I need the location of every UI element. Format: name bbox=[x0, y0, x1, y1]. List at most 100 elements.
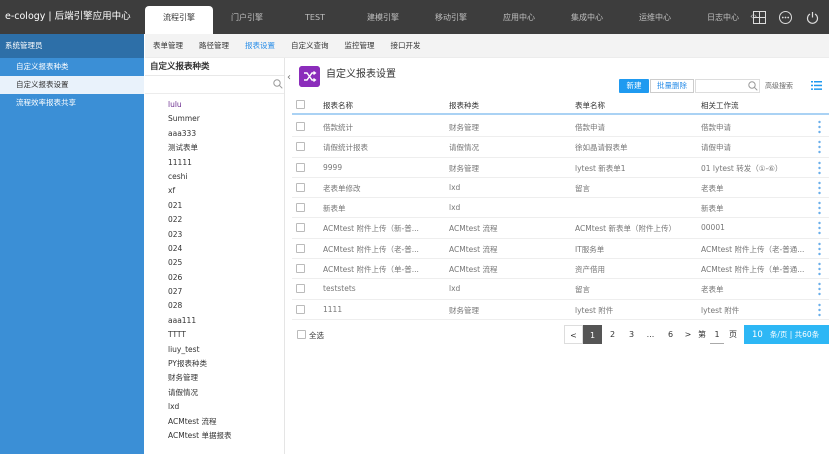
column-header-form-name[interactable]: 表单名称 bbox=[575, 100, 605, 111]
main-tab-app-center[interactable]: 应用中心 bbox=[485, 0, 553, 34]
table-row[interactable]: ACMtest 附件上传（单-普... ACMtest 流程 资产借用 ACMtest… bbox=[292, 259, 829, 280]
tree-item[interactable]: ACMtest 流程 bbox=[145, 415, 284, 429]
main-tab-modeling-engine[interactable]: 建模引擎 bbox=[349, 0, 417, 34]
row-menu-icon[interactable] bbox=[818, 181, 821, 195]
page-button-1[interactable]: 1 bbox=[583, 325, 602, 344]
collapse-panel-icon[interactable]: ‹ bbox=[287, 72, 291, 83]
row-checkbox[interactable] bbox=[296, 203, 305, 213]
tree-item[interactable]: TTTT bbox=[145, 328, 284, 342]
sidebar-item-report-settings[interactable]: 自定义报表设置 bbox=[0, 76, 144, 94]
table-row[interactable]: ACMtest 附件上传（老-普... ACMtest 流程 IT服务单 ACMtes… bbox=[292, 239, 829, 260]
search-icon[interactable] bbox=[273, 79, 283, 89]
sub-tab-monitor-management[interactable]: 监控管理 bbox=[337, 34, 383, 58]
sub-tab-form-management[interactable]: 表单管理 bbox=[145, 34, 191, 58]
shuffle-icon bbox=[299, 66, 320, 87]
page-size-selector[interactable]: 10 条/页 | 共60条 bbox=[744, 325, 829, 344]
cell-workflow: 请假申请 bbox=[701, 143, 731, 153]
table-row[interactable]: teststets lxd 留言 老表单 bbox=[292, 279, 829, 300]
tree-item[interactable]: lulu bbox=[145, 98, 284, 112]
row-checkbox[interactable] bbox=[296, 122, 305, 131]
main-tab-ops-center[interactable]: 运维中心 bbox=[621, 0, 689, 34]
power-icon[interactable] bbox=[806, 11, 819, 24]
row-menu-icon[interactable] bbox=[818, 262, 821, 276]
sub-tab-custom-query[interactable]: 自定义查询 bbox=[283, 34, 337, 58]
row-checkbox[interactable] bbox=[296, 142, 305, 152]
main-tab-portal-engine[interactable]: 门户引擎 bbox=[213, 0, 281, 34]
row-menu-icon[interactable] bbox=[818, 140, 821, 154]
row-checkbox[interactable] bbox=[296, 182, 305, 192]
row-checkbox[interactable] bbox=[296, 264, 305, 274]
row-menu-icon[interactable] bbox=[818, 120, 821, 134]
row-menu-icon[interactable] bbox=[818, 221, 821, 235]
sub-tab-report-settings[interactable]: 报表设置 bbox=[237, 34, 283, 58]
sub-tab-interface-dev[interactable]: 接口开发 bbox=[383, 34, 429, 58]
row-checkbox[interactable] bbox=[296, 243, 305, 253]
tree-item[interactable]: xf bbox=[145, 184, 284, 198]
sub-tab-path-management[interactable]: 路径管理 bbox=[191, 34, 237, 58]
new-button[interactable]: 新建 bbox=[619, 79, 649, 93]
main-tab-mobile-engine[interactable]: 移动引擎 bbox=[417, 0, 485, 34]
tree-item[interactable]: ceshi bbox=[145, 170, 284, 184]
tree-item[interactable]: aaa111 bbox=[145, 314, 284, 328]
tree-item[interactable]: 024 bbox=[145, 242, 284, 256]
main-tab-workflow-engine[interactable]: 流程引擎 bbox=[145, 6, 213, 34]
tree-item[interactable]: 财务管理 bbox=[145, 371, 284, 385]
main-tab-log-center[interactable]: 日志中心 bbox=[689, 0, 757, 34]
tree-item[interactable]: 022 bbox=[145, 213, 284, 227]
select-all-checkbox[interactable] bbox=[297, 330, 306, 339]
tree-item[interactable]: 11111 bbox=[145, 156, 284, 170]
table-row[interactable]: 老表单修改 lxd 留言 老表单 bbox=[292, 178, 829, 199]
prev-page-button[interactable]: < bbox=[564, 325, 583, 344]
tree-item[interactable]: liuy_test bbox=[145, 343, 284, 357]
tree-item[interactable]: 026 bbox=[145, 271, 284, 285]
row-checkbox[interactable] bbox=[296, 284, 305, 294]
batch-delete-button[interactable]: 批量删除 bbox=[650, 79, 694, 93]
main-tab-integration-center[interactable]: 集成中心 bbox=[553, 0, 621, 34]
tree-item[interactable]: ACMtest 单据报表 bbox=[145, 429, 284, 443]
column-header-report-name[interactable]: 报表名称 bbox=[323, 100, 353, 111]
row-menu-icon[interactable] bbox=[818, 242, 821, 256]
row-checkbox[interactable] bbox=[296, 223, 305, 233]
grid-icon[interactable] bbox=[753, 11, 766, 24]
tree-item[interactable]: 021 bbox=[145, 199, 284, 213]
row-checkbox[interactable] bbox=[296, 162, 305, 172]
table-row[interactable]: 借款统计 财务管理 借款申请 借款申请 bbox=[292, 117, 829, 138]
tree-item[interactable]: 028 bbox=[145, 299, 284, 313]
main-tab-test[interactable]: TEST bbox=[281, 0, 349, 34]
column-header-workflow[interactable]: 相关工作流 bbox=[701, 100, 739, 111]
sidebar-item-efficiency-report-share[interactable]: 流程效率报表共享 bbox=[0, 94, 144, 112]
row-menu-icon[interactable] bbox=[818, 201, 821, 215]
more-icon[interactable] bbox=[779, 11, 792, 24]
table-row[interactable]: ACMtest 附件上传（新-普... ACMtest 流程 ACMtest 新表单… bbox=[292, 218, 829, 239]
page-button-2[interactable]: 2 bbox=[603, 325, 622, 344]
row-menu-icon[interactable] bbox=[818, 303, 821, 317]
tree-item[interactable]: 025 bbox=[145, 256, 284, 270]
tree-item[interactable]: Summer bbox=[145, 112, 284, 126]
tree-item[interactable]: 请假情况 bbox=[145, 386, 284, 400]
tree-item[interactable]: 023 bbox=[145, 228, 284, 242]
sidebar-item-report-types[interactable]: 自定义报表种类 bbox=[0, 58, 144, 76]
tree-item[interactable]: aaa333 bbox=[145, 127, 284, 141]
row-menu-icon[interactable] bbox=[818, 161, 821, 175]
table-row[interactable]: 1111 财务管理 lytest 附件 lytest 附件 bbox=[292, 300, 829, 320]
cell-report-type: 财务管理 bbox=[449, 163, 479, 173]
tree-item[interactable]: 测试表单 bbox=[145, 141, 284, 155]
table-row[interactable]: 9999 财务管理 lytest 新表单1 01 lytest 转发（①-⑥） bbox=[292, 158, 829, 178]
column-header-report-type[interactable]: 报表种类 bbox=[449, 100, 479, 111]
tree-item[interactable]: 027 bbox=[145, 285, 284, 299]
table-row[interactable]: 新表单 lxd 新表单 bbox=[292, 198, 829, 219]
tree-search-input[interactable] bbox=[145, 76, 284, 94]
advanced-search-link[interactable]: 高级搜索 bbox=[765, 81, 793, 91]
table-row[interactable]: 请假统计报表 请假情况 徐如晶请假表单 请假申请 bbox=[292, 137, 829, 158]
row-menu-icon[interactable] bbox=[818, 282, 821, 296]
goto-page-input[interactable]: 1 bbox=[710, 325, 724, 344]
row-checkbox[interactable] bbox=[296, 304, 305, 314]
next-page-button[interactable]: > bbox=[681, 325, 695, 344]
list-view-icon[interactable] bbox=[811, 81, 822, 90]
tree-item[interactable]: lxd bbox=[145, 400, 284, 414]
search-icon[interactable] bbox=[748, 81, 758, 91]
page-button-3[interactable]: 3 bbox=[622, 325, 641, 344]
tree-item[interactable]: PY报表种类 bbox=[145, 357, 284, 371]
header-checkbox[interactable] bbox=[296, 100, 305, 109]
page-button-6[interactable]: 6 bbox=[661, 325, 680, 344]
